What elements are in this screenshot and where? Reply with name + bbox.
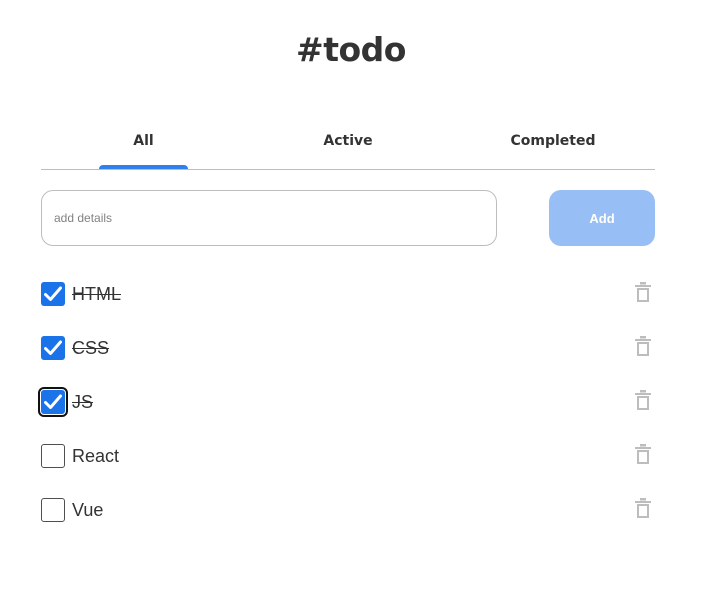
todo-item: Vue [41, 484, 655, 538]
trash-icon[interactable] [635, 336, 651, 356]
trash-icon[interactable] [635, 444, 651, 464]
tab-completed[interactable]: Completed [505, 128, 601, 169]
trash-icon[interactable] [635, 390, 651, 410]
tab-all-label: All [133, 133, 154, 149]
todo-text: CSS [72, 338, 110, 358]
tab-active-label: Active [323, 133, 373, 149]
check-icon [44, 394, 62, 409]
add-button[interactable]: Add [549, 190, 655, 246]
todo-checkbox[interactable] [41, 336, 65, 360]
todo-checkbox[interactable] [41, 498, 65, 522]
todo-checkbox[interactable] [41, 444, 65, 468]
tab-selected-indicator [99, 165, 188, 169]
add-details-input[interactable] [41, 190, 497, 246]
todo-list: HTML CSS JS React Vue [38, 268, 655, 538]
todo-item: React [41, 430, 655, 484]
todo-text: JS [72, 392, 94, 412]
tab-completed-label: Completed [510, 133, 596, 149]
todo-text: HTML [72, 284, 121, 304]
todo-item: JS [38, 376, 655, 430]
filter-tabs: All Active Completed [41, 128, 655, 170]
tab-active[interactable]: Active [303, 128, 393, 169]
trash-icon[interactable] [635, 282, 651, 302]
trash-icon[interactable] [635, 498, 651, 518]
tab-all[interactable]: All [99, 128, 188, 169]
todo-checkbox[interactable] [38, 387, 68, 417]
todo-text: React [72, 446, 120, 466]
todo-item: CSS [41, 322, 655, 376]
app-title: #todo [296, 30, 406, 69]
check-icon [44, 286, 62, 301]
todo-text: Vue [72, 500, 104, 520]
todo-checkbox[interactable] [41, 282, 65, 306]
check-icon [44, 340, 62, 355]
todo-item: HTML [41, 268, 655, 322]
